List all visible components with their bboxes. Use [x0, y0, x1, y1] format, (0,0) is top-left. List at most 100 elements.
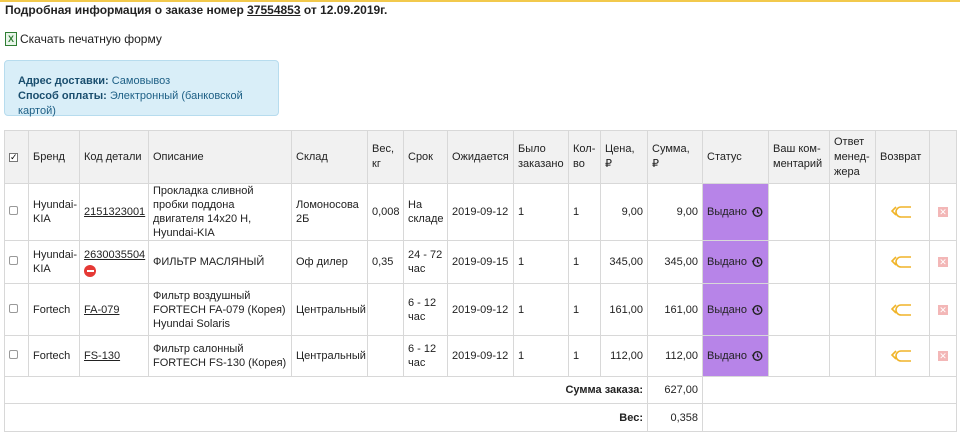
check-all-icon[interactable]: ✓: [9, 152, 18, 162]
order-total-value: 627,00: [647, 376, 703, 404]
table-row: Hyundai-KIA 2151323001 Прокладка сливной…: [4, 183, 957, 241]
history-icon[interactable]: [751, 350, 763, 362]
cell-brand: Hyundai-KIA: [28, 240, 80, 284]
table-row: Fortech FS-130 Фильтр салонный FORTECH F…: [4, 335, 957, 377]
col-warehouse: Склад: [291, 130, 368, 184]
return-arrow-icon[interactable]: [890, 302, 915, 318]
cell-ordered: 1: [513, 183, 569, 241]
cell-status: Выдано: [702, 183, 769, 241]
delete-icon[interactable]: ✕: [938, 351, 948, 361]
return-arrow-icon[interactable]: [890, 254, 915, 270]
cell-qty: 1: [568, 335, 601, 377]
col-ordered: Было заказано: [513, 130, 569, 184]
delivery-address: Адрес доставки: Самовывоз: [18, 75, 171, 87]
delete-icon[interactable]: ✕: [938, 257, 948, 267]
table-row: Hyundai-KIA 2630035504 ФИЛЬТР МАСЛЯНЫЙ О…: [4, 240, 957, 284]
cell-ordered: 1: [513, 283, 569, 336]
history-icon[interactable]: [751, 304, 763, 316]
col-expected: Ожидается: [447, 130, 514, 184]
cell-sum: 161,00: [647, 283, 703, 336]
col-description: Описание: [148, 130, 292, 184]
order-total-label: Сумма заказа:: [4, 376, 648, 404]
cell-weight: 0,008: [367, 183, 404, 241]
cell-description: Прокладка сливной пробки поддона двигате…: [148, 183, 292, 241]
cell-warehouse: Центральный: [291, 283, 368, 336]
cell-qty: 1: [568, 183, 601, 241]
cell-comment[interactable]: [768, 335, 830, 377]
print-form-link[interactable]: X Скачать печатную форму: [5, 32, 162, 46]
cell-weight: [367, 335, 404, 377]
row-checkbox[interactable]: [9, 303, 18, 313]
cell-price: 161,00: [600, 283, 648, 336]
table-header: ✓ Бренд Код детали Описание Склад Вес, к…: [4, 130, 957, 184]
cell-manager: [829, 240, 876, 284]
status-text: Выдано: [707, 206, 747, 218]
order-weight-label: Вес:: [4, 403, 648, 432]
cell-status: Выдано: [702, 335, 769, 377]
cell-sum: 345,00: [647, 240, 703, 284]
row-checkbox[interactable]: [9, 206, 18, 215]
cell-qty: 1: [568, 240, 601, 284]
cell-term: На складе: [403, 183, 448, 241]
status-text: Выдано: [707, 350, 747, 362]
cell-term: 6 - 12 час: [403, 335, 448, 377]
part-code-link[interactable]: 2630035504: [84, 249, 145, 261]
cell-term: 6 - 12 час: [403, 283, 448, 336]
order-weight-value: 0,358: [647, 403, 703, 432]
cell-ordered: 1: [513, 240, 569, 284]
cell-expected: 2019-09-12: [447, 183, 514, 241]
cell-status: Выдано: [702, 283, 769, 336]
status-text: Выдано: [707, 256, 747, 268]
cell-brand: Hyundai-KIA: [28, 183, 80, 241]
cell-price: 345,00: [600, 240, 648, 284]
cell-expected: 2019-09-12: [447, 335, 514, 377]
history-icon[interactable]: [751, 206, 763, 218]
cell-sum: 9,00: [647, 183, 703, 241]
part-code-link[interactable]: FA-079: [84, 304, 119, 316]
delete-icon[interactable]: ✕: [938, 207, 948, 217]
delivery-info-box: Адрес доставки: Самовывоз Способ оплаты:…: [4, 60, 279, 117]
part-code-link[interactable]: FS-130: [84, 350, 120, 362]
col-weight: Вес, кг: [367, 130, 404, 184]
cell-price: 112,00: [600, 335, 648, 377]
col-delete: [929, 130, 957, 184]
col-brand: Бренд: [28, 130, 80, 184]
cell-weight: 0,35: [367, 240, 404, 284]
return-arrow-icon[interactable]: [890, 348, 915, 364]
part-code-link[interactable]: 2151323001: [84, 206, 145, 218]
cell-price: 9,00: [600, 183, 648, 241]
order-total-row: Сумма заказа: 627,00: [4, 376, 957, 404]
cell-expected: 2019-09-15: [447, 240, 514, 284]
cell-brand: Fortech: [28, 335, 80, 377]
delete-icon[interactable]: ✕: [938, 304, 948, 315]
return-arrow-icon[interactable]: [890, 204, 915, 220]
cell-description: Фильтр салонный FORTECH FS-130 (Корея): [148, 335, 292, 377]
payment-method: Способ оплаты: Электронный (банковской к…: [18, 90, 243, 117]
order-items-table: ✓ Бренд Код детали Описание Склад Вес, к…: [4, 130, 957, 432]
cell-manager: [829, 283, 876, 336]
cell-expected: 2019-09-12: [447, 283, 514, 336]
cell-comment[interactable]: [768, 283, 830, 336]
print-form-label[interactable]: Скачать печатную форму: [20, 32, 162, 46]
order-number-link[interactable]: 37554853: [247, 3, 300, 17]
cell-warehouse: Ломоносова 2Б: [291, 183, 368, 241]
row-checkbox[interactable]: [9, 350, 18, 359]
cell-warehouse: Оф дилер: [291, 240, 368, 284]
select-all-header[interactable]: ✓: [4, 130, 29, 184]
row-checkbox[interactable]: [9, 256, 18, 265]
stop-icon: [84, 264, 96, 277]
col-code: Код детали: [79, 130, 149, 184]
col-price: Цена, ₽: [600, 130, 648, 184]
cell-comment[interactable]: [768, 240, 830, 284]
col-qty: Кол-во: [568, 130, 601, 184]
col-sum: Сумма, ₽: [647, 130, 703, 184]
cell-manager: [829, 335, 876, 377]
cell-warehouse: Центральный: [291, 335, 368, 377]
cell-sum: 112,00: [647, 335, 703, 377]
cell-status: Выдано: [702, 240, 769, 284]
table-row: Fortech FA-079 Фильтр воздушный FORTECH …: [4, 283, 957, 336]
status-text: Выдано: [707, 303, 747, 316]
history-icon[interactable]: [751, 256, 763, 268]
cell-comment[interactable]: [768, 183, 830, 241]
col-manager: Ответ менед-жера: [829, 130, 876, 184]
